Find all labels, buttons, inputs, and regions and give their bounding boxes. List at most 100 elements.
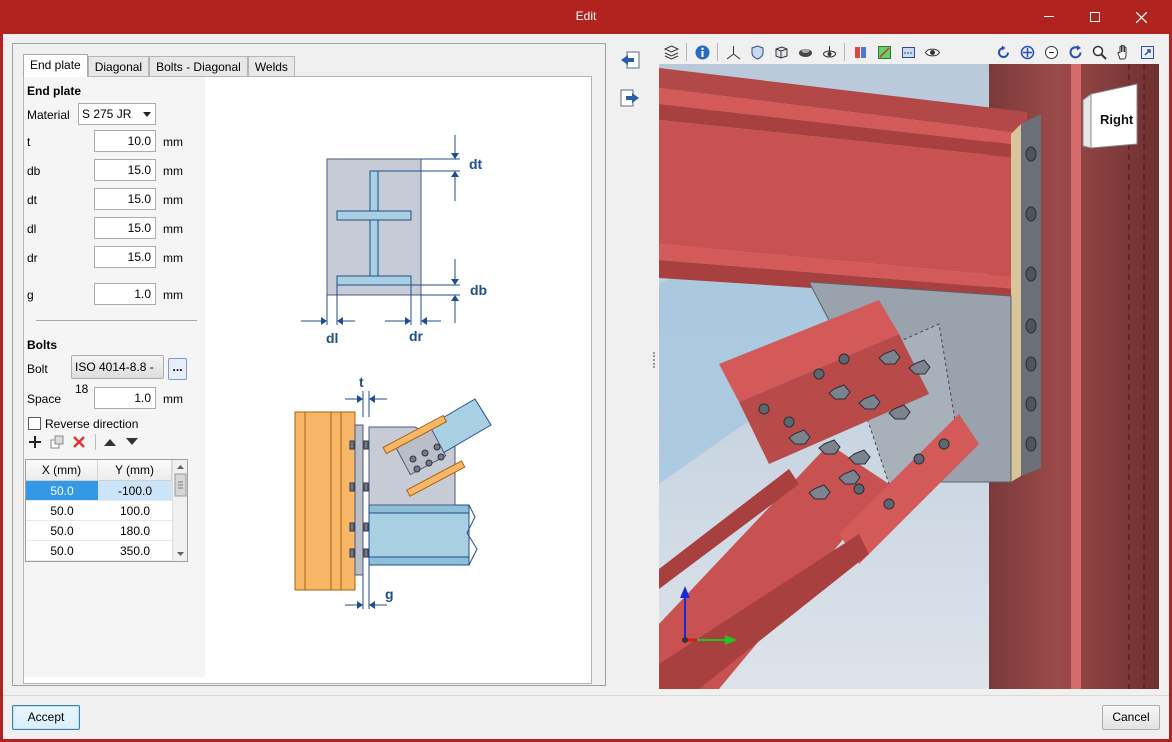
pan-button[interactable] xyxy=(1111,41,1135,63)
frame-button[interactable] xyxy=(896,41,920,63)
axes-button[interactable] xyxy=(721,41,745,63)
window-title: Edit xyxy=(575,9,597,23)
splitter-handle[interactable] xyxy=(653,352,655,368)
table-body: 50.0 -100.0 50.0 100.0 50.0 180.0 50.0 3… xyxy=(26,481,172,561)
dt-field[interactable]: 15.0 xyxy=(94,188,156,210)
material-select[interactable]: S 275 JR xyxy=(78,103,156,125)
toolbar-separator xyxy=(717,43,718,61)
dr-field[interactable]: 15.0 xyxy=(94,246,156,268)
dr-label: dr xyxy=(27,251,38,265)
dialog-client: End plate Diagonal Bolts - Diagonal Weld… xyxy=(3,34,1169,739)
shading-icon xyxy=(798,48,812,57)
column-header-x[interactable]: X (mm) xyxy=(26,460,98,481)
tab-content: End plate Material S 275 JR t 10.0 mm db… xyxy=(23,76,592,684)
info-icon xyxy=(695,45,709,59)
zoom-button[interactable] xyxy=(1087,41,1111,63)
db-field[interactable]: 15.0 xyxy=(94,159,156,181)
layers-button[interactable] xyxy=(659,41,683,63)
material-label: Material xyxy=(27,108,70,122)
cell-x[interactable]: 50.0 xyxy=(26,521,98,540)
split-view-button[interactable] xyxy=(848,41,872,63)
cell-x[interactable]: 50.0 xyxy=(26,481,98,500)
zoom-icon xyxy=(1092,45,1107,60)
toolbar-separator xyxy=(686,43,687,61)
reverse-direction-checkbox[interactable] xyxy=(28,417,41,430)
shading-button[interactable] xyxy=(793,41,817,63)
tab-bolts-diagonal[interactable]: Bolts - Diagonal xyxy=(149,56,248,77)
column-header-y[interactable]: Y (mm) xyxy=(98,460,172,481)
bolts-heading: Bolts xyxy=(27,338,57,352)
dt-unit: mm xyxy=(163,193,183,207)
tab-welds[interactable]: Welds xyxy=(247,56,295,77)
t-field[interactable]: 10.0 xyxy=(94,130,156,152)
visibility-button[interactable] xyxy=(920,41,944,63)
cell-y[interactable]: 180.0 xyxy=(98,521,172,540)
tab-end-plate[interactable]: End plate xyxy=(23,54,88,77)
connection-3d-model: Right xyxy=(659,64,1159,689)
end-plate-heading: End plate xyxy=(27,84,82,98)
axes-icon xyxy=(726,45,740,59)
section-button[interactable] xyxy=(872,41,896,63)
copy-row-button[interactable] xyxy=(49,434,65,450)
bolt-browse-button[interactable]: ... xyxy=(168,358,187,380)
diagram-label-dr: dr xyxy=(409,328,424,344)
shield-view-button[interactable] xyxy=(745,41,769,63)
import-button[interactable] xyxy=(616,46,644,74)
info-button[interactable] xyxy=(690,41,714,63)
g-field[interactable]: 1.0 xyxy=(94,283,156,305)
export-button[interactable] xyxy=(616,84,644,112)
close-button[interactable] xyxy=(1118,0,1164,34)
dl-field[interactable]: 15.0 xyxy=(94,217,156,239)
diagram-label-dt: dt xyxy=(469,156,483,172)
move-up-button[interactable] xyxy=(102,434,118,450)
cube-view-button[interactable] xyxy=(769,41,793,63)
maximize-view-button[interactable] xyxy=(1135,41,1159,63)
cell-y[interactable]: 350.0 xyxy=(98,541,172,560)
delete-icon xyxy=(73,436,85,448)
tab-strip: End plate Diagonal Bolts - Diagonal Weld… xyxy=(23,54,295,77)
cell-x[interactable]: 50.0 xyxy=(26,541,98,560)
cell-y[interactable]: 100.0 xyxy=(98,501,172,520)
arrow-down-icon xyxy=(126,438,138,445)
end-plate-drawing: dt db dl dr t g xyxy=(294,135,492,609)
maximize-button[interactable] xyxy=(1072,0,1118,34)
cell-y[interactable]: -100.0 xyxy=(98,481,172,500)
table-row[interactable]: 50.0 -100.0 xyxy=(26,481,172,501)
properties-panel: End plate Diagonal Bolts - Diagonal Weld… xyxy=(12,43,606,686)
g-unit: mm xyxy=(163,288,183,302)
dl-label: dl xyxy=(27,222,37,236)
tab-diagonal[interactable]: Diagonal xyxy=(87,56,150,77)
view-cube-label[interactable]: Right xyxy=(1100,112,1134,127)
close-icon xyxy=(1135,11,1147,23)
orbit-button[interactable] xyxy=(817,41,841,63)
bolt-type-button[interactable]: ISO 4014-8.8 - 18 xyxy=(71,355,164,396)
rotate-button[interactable] xyxy=(991,41,1015,63)
cell-x[interactable]: 50.0 xyxy=(26,501,98,520)
accept-button[interactable]: Accept xyxy=(12,705,80,730)
table-row[interactable]: 50.0 180.0 xyxy=(26,521,172,541)
table-row[interactable]: 50.0 350.0 xyxy=(26,541,172,561)
move-down-button[interactable] xyxy=(124,434,140,450)
refresh-button[interactable] xyxy=(1063,41,1087,63)
minimize-button[interactable] xyxy=(1026,0,1072,34)
3d-scene[interactable]: Right xyxy=(659,64,1159,689)
add-row-button[interactable] xyxy=(27,434,43,450)
maximize-view-icon xyxy=(1140,45,1154,59)
scrollbar-graphic xyxy=(174,465,187,556)
cancel-button[interactable]: Cancel xyxy=(1102,705,1160,730)
space-field[interactable]: 1.0 xyxy=(94,387,156,409)
zoom-extents-button[interactable] xyxy=(1015,41,1039,63)
table-scrollbar[interactable] xyxy=(172,460,187,561)
eye-icon xyxy=(924,48,940,56)
arrow-up-icon xyxy=(104,439,116,446)
g-label: g xyxy=(27,288,34,302)
t-unit: mm xyxy=(163,135,183,149)
zoom-factor-button[interactable] xyxy=(1039,41,1063,63)
toolbar-separator xyxy=(844,43,845,61)
table-row[interactable]: 50.0 100.0 xyxy=(26,501,172,521)
dt-label: dt xyxy=(27,193,38,207)
delete-row-button[interactable] xyxy=(71,434,87,450)
3d-viewer: Right xyxy=(659,40,1159,689)
connection-diagram: dt db dl dr t g xyxy=(205,87,583,665)
chevron-down-icon xyxy=(143,112,151,117)
